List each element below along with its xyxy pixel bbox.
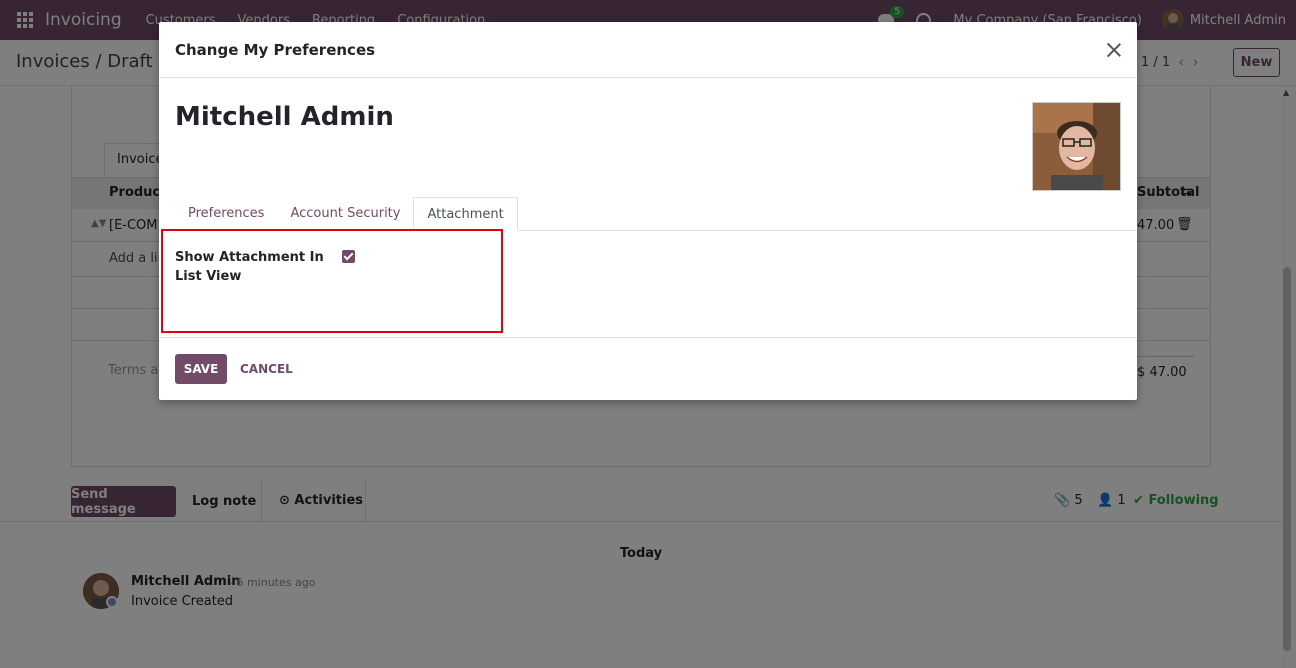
cancel-button[interactable]: CANCEL: [240, 362, 293, 376]
dialog-title: Change My Preferences: [175, 41, 376, 59]
save-button[interactable]: SAVE: [175, 354, 227, 384]
show-attachment-label: Show Attachment In List View: [175, 250, 324, 284]
profile-photo[interactable]: [1032, 102, 1121, 191]
tab-account-security[interactable]: Account Security: [277, 197, 413, 231]
close-icon[interactable]: [1104, 40, 1124, 60]
dialog-header: Change My Preferences: [159, 22, 1137, 78]
tab-attachment[interactable]: Attachment: [413, 197, 518, 231]
dialog-footer: SAVE CANCEL: [159, 337, 1137, 400]
user-name[interactable]: Mitchell Admin: [175, 102, 394, 132]
tab-preferences[interactable]: Preferences: [175, 197, 277, 231]
dialog-tabs: Preferences Account Security Attachment: [175, 197, 518, 231]
show-attachment-checkbox[interactable]: [342, 250, 355, 263]
preferences-dialog: Change My Preferences Mitchell Admin Pre…: [159, 22, 1137, 400]
